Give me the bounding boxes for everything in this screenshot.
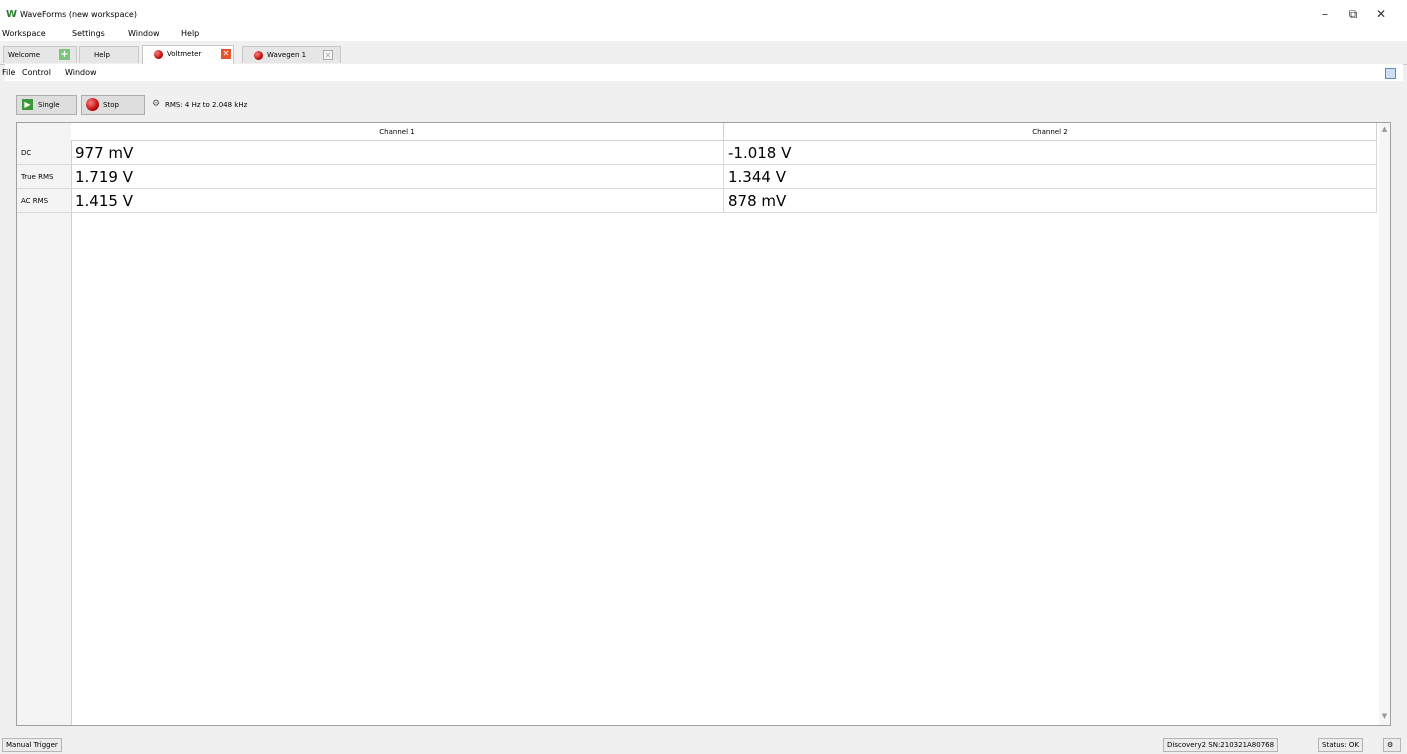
value-ac-rms-channel-2: 878 mV	[724, 189, 1377, 213]
column-header-channel-2: Channel 2	[724, 123, 1377, 141]
menu-settings[interactable]: Settings	[72, 29, 105, 38]
close-tab-icon[interactable]: ✕	[323, 50, 333, 60]
tab-welcome-label: Welcome	[8, 51, 41, 59]
tab-help-label: Help	[94, 51, 110, 59]
main-menu-bar: Workspace Settings Window Help	[0, 28, 1407, 41]
vertical-scrollbar[interactable]: ▲ ▼	[1379, 123, 1390, 725]
menu-control[interactable]: Control	[22, 68, 51, 77]
close-button[interactable]: ✕	[1368, 4, 1394, 24]
device-status[interactable]: Discovery2 SN:210321A80768	[1163, 738, 1279, 752]
voltmeter-panel: File Control Window ▶ Single Stop ⚙ RMS:…	[2, 64, 1403, 734]
status-settings-icon[interactable]: ⚙	[1383, 738, 1401, 752]
manual-trigger-status: Manual Trigger	[2, 738, 62, 752]
row-label-ac-rms: AC RMS	[17, 189, 71, 213]
row-label-true-rms: True RMS	[17, 165, 71, 189]
tab-bar: Welcome + Help Voltmeter ✕ Wavegen 1 ✕	[0, 43, 1407, 65]
measurements-table: Channel 1 Channel 2 DC 977 mV -1.018 V T…	[16, 122, 1391, 726]
single-acquisition-icon: ▶	[22, 99, 33, 110]
tab-wavegen-label: Wavegen 1	[267, 51, 307, 59]
close-tab-icon[interactable]: ✕	[221, 49, 231, 59]
stop-button[interactable]: Stop	[81, 95, 145, 115]
scroll-down-icon[interactable]: ▼	[1380, 712, 1389, 720]
tab-help[interactable]: Help	[79, 46, 139, 63]
value-true-rms-channel-2: 1.344 V	[724, 165, 1377, 189]
single-button-label: Single	[38, 101, 60, 109]
dock-icon[interactable]	[1385, 68, 1396, 79]
minimize-button[interactable]: –	[1312, 4, 1338, 24]
column-header-channel-1: Channel 1	[71, 123, 724, 141]
scroll-up-icon[interactable]: ▲	[1380, 125, 1389, 133]
waveforms-logo-icon: W	[6, 9, 18, 20]
instrument-menu-bar: File Control Window	[2, 64, 1403, 81]
menu-workspace[interactable]: Workspace	[2, 29, 46, 38]
connection-status: Status: OK	[1318, 738, 1363, 752]
row-header-column	[17, 123, 72, 725]
value-dc-channel-1: 977 mV	[71, 141, 724, 165]
tab-wavegen[interactable]: Wavegen 1 ✕	[242, 46, 341, 63]
red-dot-icon	[154, 50, 163, 59]
stop-icon	[86, 98, 99, 111]
window-title: WaveForms (new workspace)	[20, 10, 137, 19]
tab-voltmeter-label: Voltmeter	[167, 50, 202, 58]
rms-settings-icon[interactable]: ⚙	[152, 99, 160, 109]
restore-button[interactable]: ⧉	[1340, 4, 1366, 24]
plus-icon[interactable]: +	[59, 49, 70, 60]
tab-voltmeter[interactable]: Voltmeter ✕	[142, 45, 234, 64]
value-ac-rms-channel-1: 1.415 V	[71, 189, 724, 213]
menu-instrument-window[interactable]: Window	[65, 68, 97, 77]
value-dc-channel-2: -1.018 V	[724, 141, 1377, 165]
red-dot-icon	[254, 51, 263, 60]
menu-window[interactable]: Window	[128, 29, 160, 38]
status-bar: Manual Trigger Discovery2 SN:210321A8076…	[0, 736, 1407, 754]
stop-button-label: Stop	[103, 101, 119, 109]
single-button[interactable]: ▶ Single	[16, 95, 77, 115]
rms-info-text: RMS: 4 Hz to 2.048 kHz	[165, 101, 248, 109]
menu-help[interactable]: Help	[181, 29, 199, 38]
row-label-dc: DC	[17, 141, 71, 165]
tab-welcome[interactable]: Welcome +	[3, 46, 77, 63]
title-bar: W WaveForms (new workspace) – ⧉ ✕	[0, 0, 1407, 28]
value-true-rms-channel-1: 1.719 V	[71, 165, 724, 189]
menu-file[interactable]: File	[2, 68, 15, 77]
